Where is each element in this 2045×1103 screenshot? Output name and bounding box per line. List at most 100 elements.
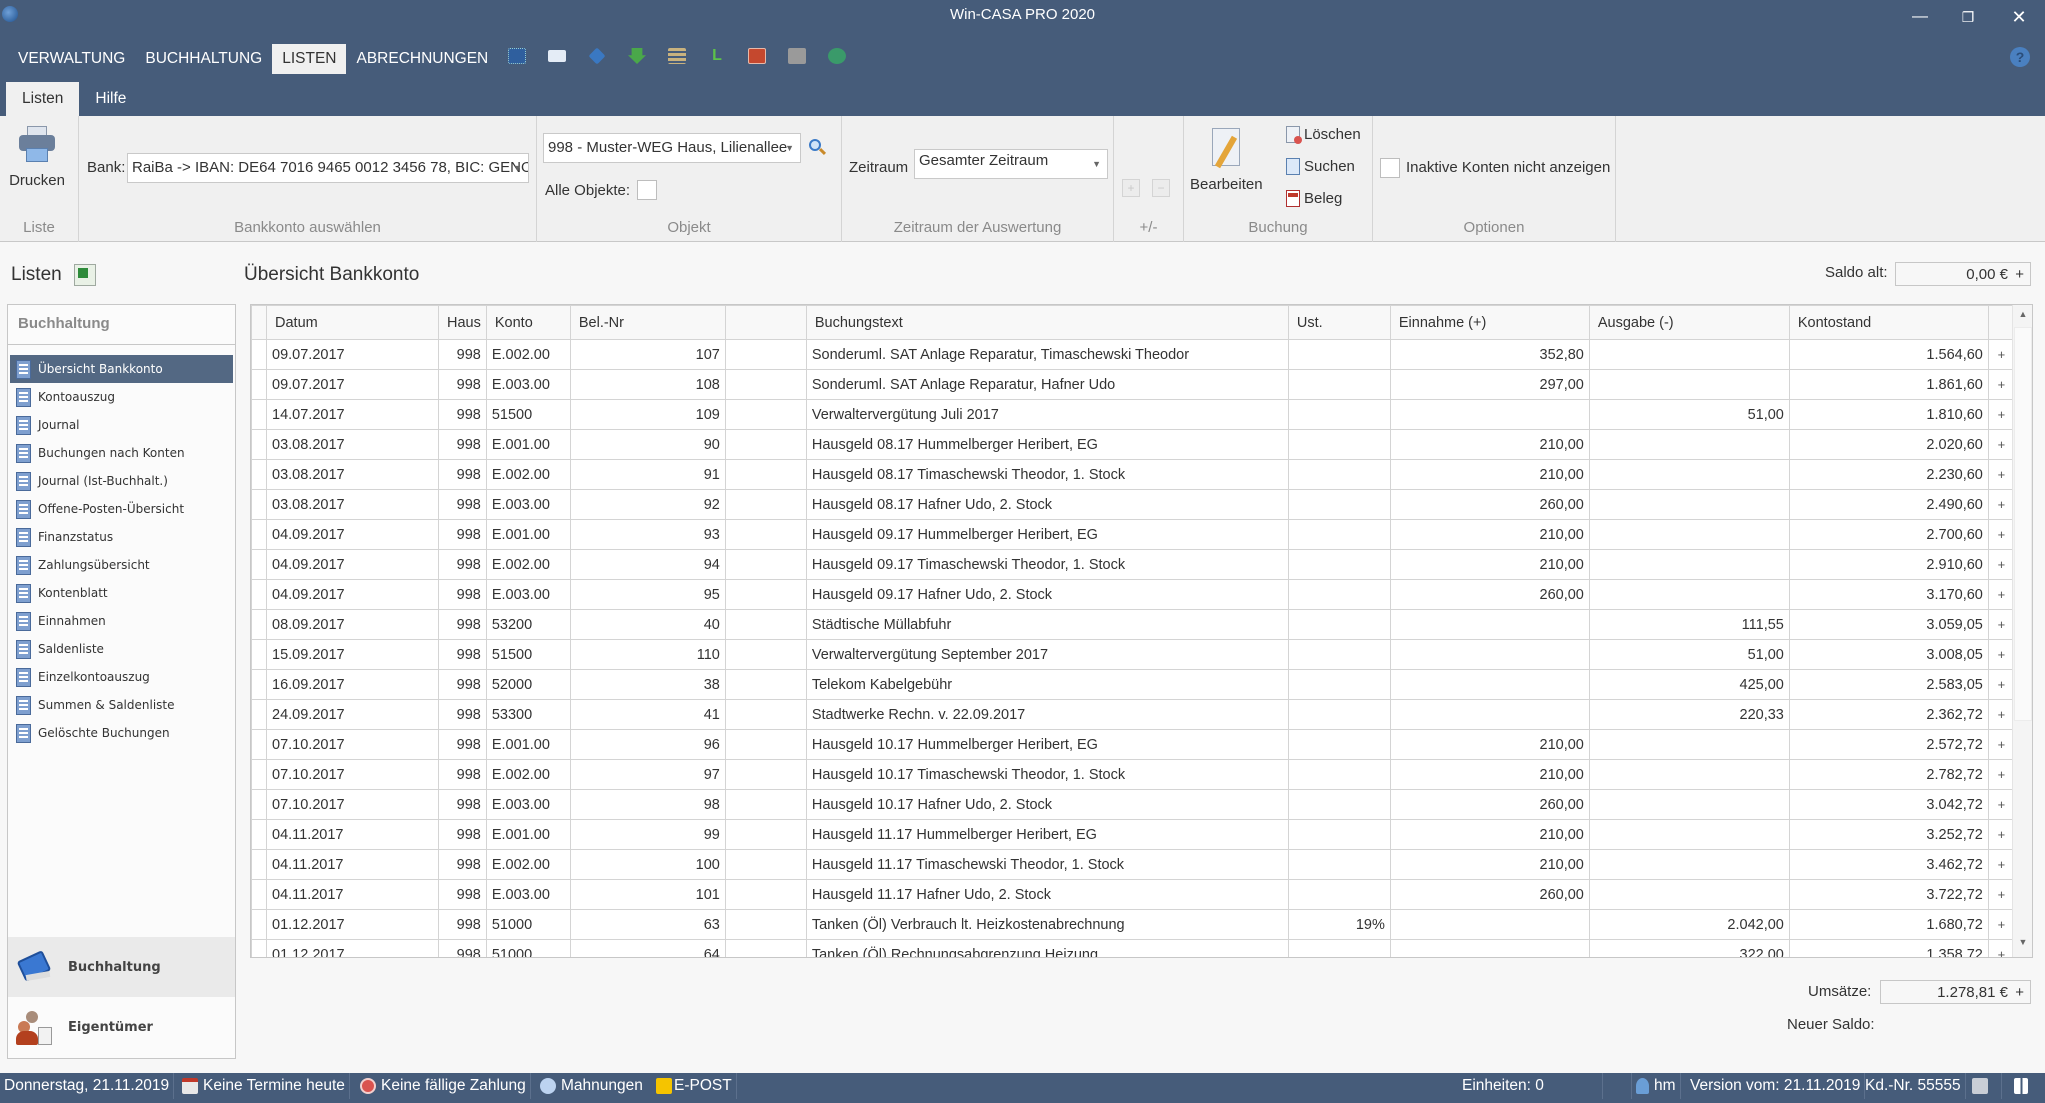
sidebar-item[interactable]: Saldenliste (10, 635, 233, 663)
sidebar-item[interactable]: Journal (Ist-Buchhalt.) (10, 467, 233, 495)
expand-button[interactable]: + (1987, 759, 2015, 790)
receipt-button[interactable]: Beleg (1286, 190, 1342, 207)
sidebar-item[interactable]: Summen & Saldenliste (10, 691, 233, 719)
status-epost[interactable]: E-POST (652, 1073, 737, 1099)
add-disabled-button[interactable]: + (1122, 179, 1140, 197)
scrollbar-thumb[interactable] (2014, 327, 2032, 721)
menu-listen[interactable]: LISTEN (272, 44, 347, 74)
expand-button[interactable]: + (1987, 609, 2015, 640)
sidebar-item[interactable]: Kontenblatt (10, 579, 233, 607)
scroll-down-icon[interactable]: ▼ (2013, 937, 2032, 955)
calculator-icon[interactable] (777, 45, 817, 67)
sidebar-item[interactable]: Finanzstatus (10, 523, 233, 551)
table-row[interactable]: 07.10.2017 998 E.001.00 96 Hausgeld 10.17 Hu… (251, 729, 2015, 760)
expand-button[interactable]: + (1987, 909, 2015, 940)
expand-button[interactable]: + (1987, 879, 2015, 910)
list-lines-icon[interactable] (657, 45, 697, 67)
sidebar-item[interactable]: Einnahmen (10, 607, 233, 635)
column-header[interactable]: Buchungstext (805, 305, 1289, 340)
expand-button[interactable]: + (1987, 519, 2015, 550)
alle-objekte-checkbox[interactable] (637, 180, 657, 200)
status-zahlung[interactable]: Keine fällige Zahlung (356, 1073, 531, 1099)
table-row[interactable]: 04.11.2017 998 E.002.00 100 Hausgeld 11.17 T… (251, 849, 2015, 880)
table-row[interactable]: 15.09.2017 998 51500 110 Verwaltervergütung … (251, 639, 2015, 670)
table-row[interactable]: 03.08.2017 998 E.001.00 90 Hausgeld 08.17 Hu… (251, 429, 2015, 460)
sidebar-item[interactable]: Gelöschte Buchungen (10, 719, 233, 747)
excel-export-icon[interactable] (74, 264, 96, 286)
search-icon[interactable] (809, 139, 827, 157)
globe-icon[interactable] (817, 45, 857, 67)
sidebar-item[interactable]: Übersicht Bankkonto (10, 355, 233, 383)
column-header[interactable]: Bel.-Nr (569, 305, 726, 340)
expand-button[interactable]: + (1987, 639, 2015, 670)
close-button[interactable]: ✕ (1999, 4, 2039, 30)
table-row[interactable]: 04.09.2017 998 E.003.00 95 Hausgeld 09.17 Ha… (251, 579, 2015, 610)
sidebar-item[interactable]: Journal (10, 411, 233, 439)
table-row[interactable]: 09.07.2017 998 E.003.00 108 Sonderuml. SAT A… (251, 369, 2015, 400)
tab-hilfe[interactable]: Hilfe (79, 82, 142, 116)
menu-abrechnungen[interactable]: ABRECHNUNGEN (346, 44, 498, 74)
column-header[interactable]: Ust. (1287, 305, 1391, 340)
menu-verwaltung[interactable]: VERWALTUNG (8, 44, 135, 74)
scroll-up-icon[interactable]: ▲ (2013, 309, 2032, 327)
expand-button[interactable]: + (1987, 669, 2015, 700)
column-header[interactable]: Ausgabe (-) (1588, 305, 1790, 340)
table-row[interactable]: 16.09.2017 998 52000 38 Telekom Kabelgebühr 4… (251, 669, 2015, 700)
zeitraum-select[interactable]: Gesamter Zeitraum ▼ (914, 149, 1108, 179)
edit-button[interactable]: Bearbeiten (1190, 124, 1263, 208)
table-row[interactable]: 03.08.2017 998 E.003.00 92 Hausgeld 08.17 Ha… (251, 489, 2015, 520)
expand-button[interactable]: + (1987, 459, 2015, 490)
column-header[interactable] (1987, 305, 2015, 340)
table-row[interactable]: 04.11.2017 998 E.003.00 101 Hausgeld 11.17 H… (251, 879, 2015, 910)
module-eigentuemer[interactable]: Eigentümer (8, 997, 235, 1057)
expand-button[interactable]: + (1987, 549, 2015, 580)
sidebar-item[interactable]: Buchungen nach Konten (10, 439, 233, 467)
saldo-alt-field[interactable]: 0,00 € + (1895, 262, 2031, 286)
sidebar-item[interactable]: Kontoauszug (10, 383, 233, 411)
table-row[interactable]: 04.09.2017 998 E.001.00 93 Hausgeld 09.17 Hu… (251, 519, 2015, 550)
printer-status-icon[interactable] (1958, 1073, 2002, 1099)
sidebar-item[interactable]: Offene-Posten-Übersicht (10, 495, 233, 523)
table-row[interactable]: 01.12.2017 998 51000 64 Tanken (Öl) Rechnung… (251, 939, 2015, 957)
column-header[interactable]: Kontostand (1788, 305, 1989, 340)
table-row[interactable]: 09.07.2017 998 E.002.00 107 Sonderuml. SAT A… (251, 339, 2015, 370)
table-row[interactable]: 14.07.2017 998 51500 109 Verwaltervergütung … (251, 399, 2015, 430)
restore-button[interactable]: ❐ (1948, 4, 1988, 30)
column-header[interactable]: Datum (266, 305, 439, 340)
objekt-select[interactable]: 998 - Muster-WEG Haus, Lilienallee ▼ (543, 133, 801, 163)
umsaetze-field[interactable]: 1.278,81 € + (1880, 980, 2031, 1004)
table-row[interactable]: 24.09.2017 998 53300 41 Stadtwerke Rechn. v.… (251, 699, 2015, 730)
column-header[interactable]: Haus (438, 305, 487, 340)
expand-button[interactable]: + (1987, 339, 2015, 370)
column-header[interactable] (724, 305, 807, 340)
expand-button[interactable]: + (1987, 819, 2015, 850)
calendar-grid-icon[interactable] (497, 45, 537, 67)
print-button[interactable]: Drucken (8, 124, 66, 204)
vertical-scrollbar[interactable]: ▲ ▼ (2012, 305, 2032, 957)
sidebar-item[interactable]: Einzelkontoauszug (10, 663, 233, 691)
pen-book-icon[interactable] (577, 45, 617, 67)
module-buchhaltung[interactable]: Buchhaltung (8, 937, 235, 997)
remove-disabled-button[interactable]: − (1152, 179, 1170, 197)
table-row[interactable]: 07.10.2017 998 E.002.00 97 Hausgeld 10.17 Ti… (251, 759, 2015, 790)
expand-button[interactable]: + (1987, 729, 2015, 760)
tab-listen[interactable]: Listen (6, 82, 80, 116)
help-icon[interactable]: ? (2010, 47, 2030, 67)
search-button[interactable]: Suchen (1286, 158, 1355, 175)
table-row[interactable]: 01.12.2017 998 51000 63 Tanken (Öl) Verbrauc… (251, 909, 2015, 940)
table-row[interactable]: 04.11.2017 998 E.001.00 99 Hausgeld 11.17 Hu… (251, 819, 2015, 850)
table-row[interactable]: 07.10.2017 998 E.003.00 98 Hausgeld 10.17 Ha… (251, 789, 2015, 820)
mail-icon[interactable] (537, 45, 577, 67)
ledger-icon[interactable] (737, 45, 777, 67)
menu-buchhaltung[interactable]: BUCHHALTUNG (135, 44, 272, 74)
expand-button[interactable]: + (1987, 849, 2015, 880)
download-arrow-icon[interactable] (617, 45, 657, 67)
expand-button[interactable]: + (1987, 699, 2015, 730)
inactive-accounts-checkbox[interactable] (1380, 158, 1400, 178)
layout-icon[interactable] (2010, 1073, 2032, 1099)
expand-button[interactable]: + (1987, 429, 2015, 460)
status-mahnungen[interactable]: Mahnungen (536, 1073, 647, 1099)
column-header[interactable]: Einnahme (+) (1389, 305, 1590, 340)
bank-select[interactable]: RaiBa -> IBAN: DE64 7016 9465 0012 3456 … (127, 153, 529, 183)
expand-button[interactable]: + (1987, 789, 2015, 820)
